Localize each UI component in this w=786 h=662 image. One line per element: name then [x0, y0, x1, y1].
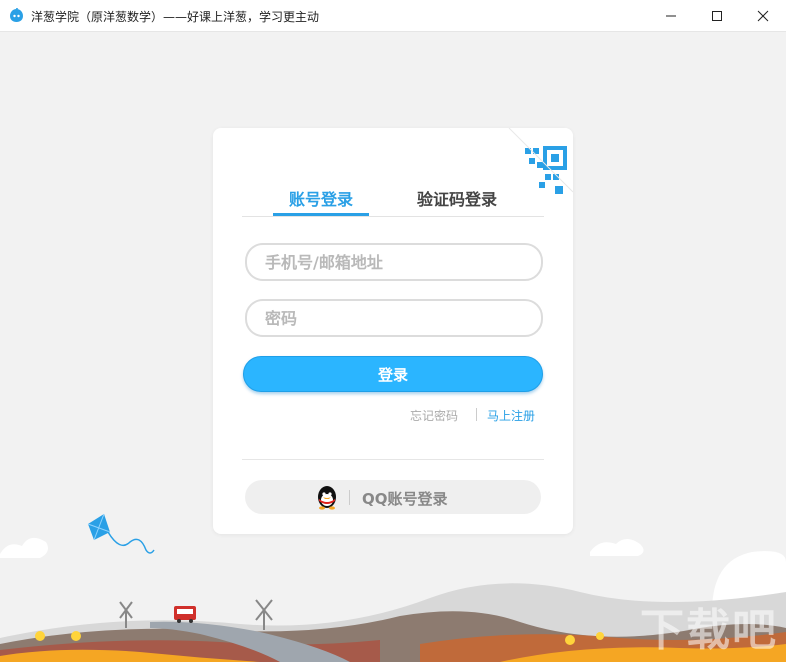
close-icon — [757, 10, 769, 21]
login-button[interactable]: 登录 — [243, 356, 543, 392]
tab-sms-login[interactable]: 验证码登录 — [417, 188, 497, 212]
maximize-icon — [712, 10, 722, 21]
password-input[interactable] — [245, 299, 543, 337]
qq-penguin-icon — [318, 486, 336, 510]
close-button[interactable] — [740, 0, 786, 31]
maximize-button[interactable] — [694, 0, 740, 31]
kite-icon — [87, 513, 155, 554]
tab-account-login[interactable]: 账号登录 — [289, 188, 353, 212]
register-link[interactable]: 马上注册 — [487, 407, 535, 424]
qq-login-button[interactable]: QQ账号登录 — [245, 480, 541, 514]
qq-login-label: QQ账号登录 — [362, 490, 448, 508]
app-logo-icon — [10, 8, 23, 22]
watermark-logo: 下载吧 — [640, 605, 778, 656]
section-divider — [242, 459, 544, 460]
minimize-button[interactable] — [648, 0, 694, 31]
qq-separator — [349, 490, 350, 505]
account-input[interactable] — [245, 243, 543, 281]
login-card: 账号登录 验证码登录 登录 忘记密码 马上注册 QQ账号登录 — [213, 128, 573, 534]
title-bar: 洋葱学院（原洋葱数学）——好课上洋葱，学习更主动 — [0, 0, 786, 32]
bus-icon — [174, 606, 196, 623]
minimize-icon — [666, 15, 676, 16]
tab-divider — [242, 216, 544, 217]
login-background: 账号登录 验证码登录 登录 忘记密码 马上注册 QQ账号登录 下载吧 — [0, 32, 786, 662]
forgot-password-link[interactable]: 忘记密码 — [410, 407, 458, 424]
qr-code-icon[interactable] — [489, 128, 573, 212]
link-separator — [476, 408, 477, 421]
window-title: 洋葱学院（原洋葱数学）——好课上洋葱，学习更主动 — [31, 10, 320, 24]
